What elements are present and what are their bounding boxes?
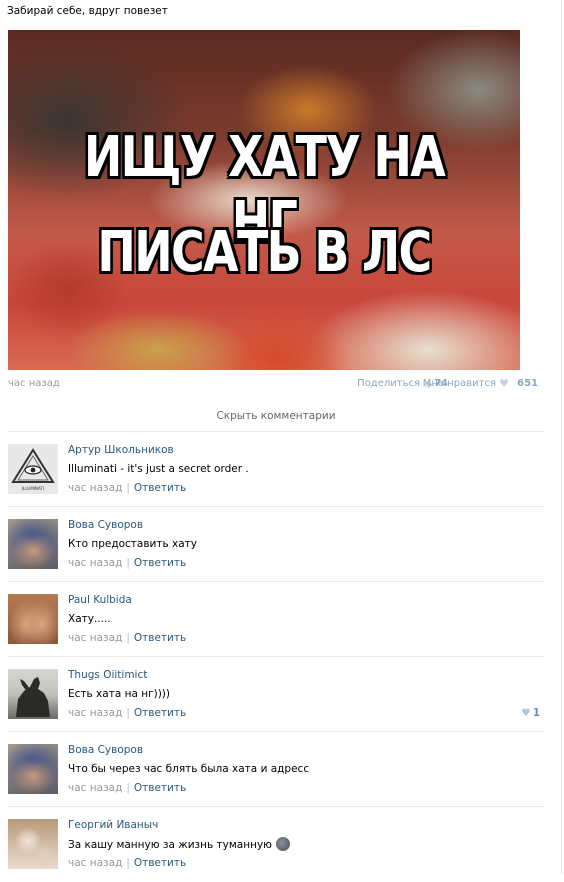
image-caption-line2: ПИСАТЬ В ЛС xyxy=(97,220,432,285)
comment-meta: час назад | Ответить xyxy=(68,482,187,494)
share-button[interactable]: Поделиться xyxy=(357,378,420,389)
statue-icon xyxy=(16,677,50,717)
reply-button[interactable]: Ответить xyxy=(134,632,186,644)
comment-meta: час назад | Ответить xyxy=(68,632,187,644)
like-count: 651 xyxy=(517,378,538,389)
comment-time[interactable]: час назад xyxy=(68,557,122,569)
like-button[interactable]: Мне нравится xyxy=(423,378,496,389)
comment-author[interactable]: Thugs Oiitimict xyxy=(68,669,147,681)
comment-author[interactable]: Артур Школьников xyxy=(68,444,174,456)
smiley-icon xyxy=(276,837,290,851)
comment-text: Есть хата на нг)))) xyxy=(68,688,170,700)
avatar[interactable] xyxy=(8,594,58,644)
comment-text: Illuminati - it's just a secret order . xyxy=(68,463,249,475)
comment-meta: час назад | Ответить xyxy=(68,782,187,794)
comment-author[interactable]: Георгий Иваныч xyxy=(68,819,158,831)
comment-item: Вова Суворов Кто предоставить хату час н… xyxy=(8,507,544,582)
comment-meta: час назад | Ответить xyxy=(68,857,187,869)
post-image[interactable]: ИЩУ ХАТУ НА НГ ПИСАТЬ В ЛС xyxy=(8,30,520,370)
comment-text: Кто предоставить хату xyxy=(68,538,197,550)
comment-item: ILLUMINATI Артур Школьников Illuminati -… xyxy=(8,432,544,507)
avatar[interactable] xyxy=(8,519,58,569)
comment-like[interactable]: ♥ 1 xyxy=(521,707,540,719)
comment-time[interactable]: час назад xyxy=(68,707,122,719)
post-time[interactable]: час назад xyxy=(8,378,60,389)
avatar[interactable] xyxy=(8,744,58,794)
comment-time[interactable]: час назад xyxy=(68,632,122,644)
avatar[interactable] xyxy=(8,819,58,869)
comment-text: Что бы через час блять была хата и адрес… xyxy=(68,763,310,775)
comment-time[interactable]: час назад xyxy=(68,482,122,494)
heart-icon[interactable]: ♥ xyxy=(499,377,509,390)
avatar[interactable]: ILLUMINATI xyxy=(8,444,58,494)
comment-time[interactable]: час назад xyxy=(68,782,122,794)
hide-comments-link[interactable]: Скрыть комментарии xyxy=(8,410,544,422)
comment-text: Хату..... xyxy=(68,613,111,625)
reply-button[interactable]: Ответить xyxy=(134,482,186,494)
reply-button[interactable]: Ответить xyxy=(134,557,186,569)
post-text: Забирай себе, вдруг повезет xyxy=(7,5,168,17)
page-border xyxy=(561,0,562,874)
comment-item: Вова Суворов Что бы через час блять была… xyxy=(8,732,544,807)
comment-meta: час назад | Ответить xyxy=(68,707,187,719)
comment-author[interactable]: Вова Суворов xyxy=(68,744,143,756)
illuminati-avatar-text: ILLUMINATI xyxy=(22,486,44,491)
comment-item: Thugs Oiitimict Есть хата на нг)))) час … xyxy=(8,657,544,732)
heart-icon: ♥ xyxy=(521,707,531,719)
reply-button[interactable]: Ответить xyxy=(134,782,186,794)
comment-text-content: За кашу манную за жизнь туманную xyxy=(68,839,272,851)
comment-text: За кашу манную за жизнь туманную xyxy=(68,837,290,852)
comment-author[interactable]: Вова Суворов xyxy=(68,519,143,531)
reply-button[interactable]: Ответить xyxy=(134,857,186,869)
post-meta: час назад Поделиться 🕪 74 Мне нравится ♥… xyxy=(8,377,538,394)
comment-meta: час назад | Ответить xyxy=(68,557,187,569)
comment-item: Георгий Иваныч За кашу манную за жизнь т… xyxy=(8,807,544,882)
comment-time[interactable]: час назад xyxy=(68,857,122,869)
comment-item: Paul Kulbida Хату..... час назад | Ответит… xyxy=(8,582,544,657)
comment-like-count: 1 xyxy=(532,707,540,719)
illuminati-eye-icon: ILLUMINATI xyxy=(11,448,55,491)
avatar[interactable] xyxy=(8,669,58,719)
reply-button[interactable]: Ответить xyxy=(134,707,186,719)
comment-author[interactable]: Paul Kulbida xyxy=(68,594,132,606)
